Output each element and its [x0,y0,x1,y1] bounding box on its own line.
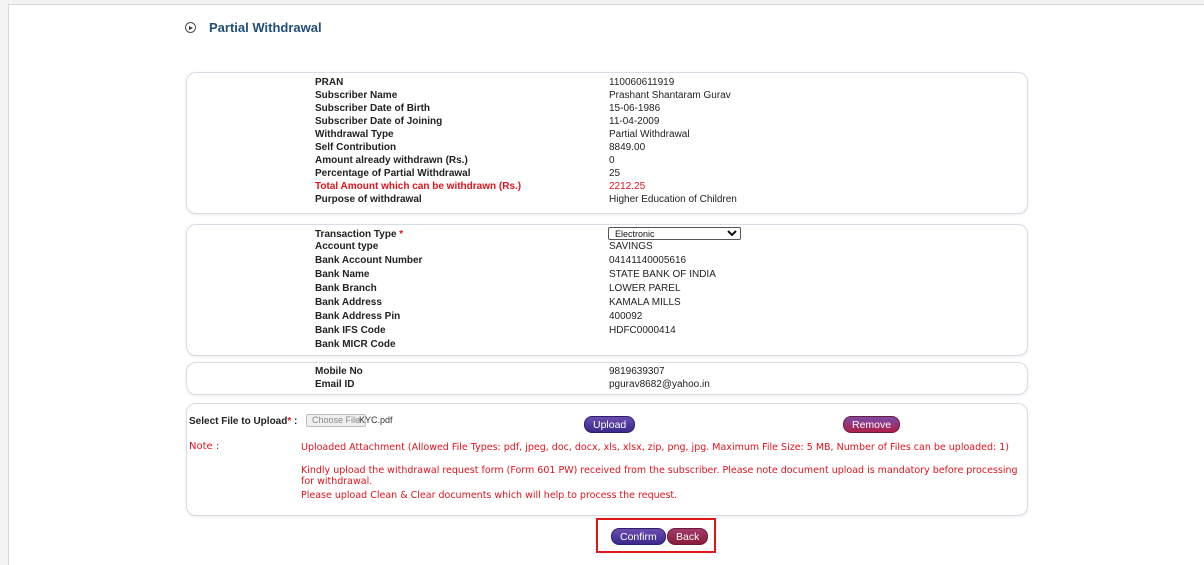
detail-label: Total Amount which can be withdrawn (Rs.… [315,181,522,192]
bank-row-ifsc: Bank IFS Code HDFC0000414 [187,324,1027,337]
contact-details-panel: Mobile No 9819639307 Email ID pgurav8682… [186,362,1028,395]
detail-row-pran: PRAN 110060611919 [187,76,1027,89]
upload-label: Select File to Upload* : [189,416,298,427]
detail-label: Self Contribution [315,142,397,153]
subscriber-details-panel: PRAN 110060611919 Subscriber Name Prasha… [186,72,1028,214]
detail-label: Amount already withdrawn (Rs.) [315,155,468,166]
detail-label: Bank IFS Code [315,325,386,336]
bank-row-bank-name: Bank Name STATE BANK OF INDIA [187,268,1027,281]
detail-value: 9819639307 [609,366,665,377]
required-marker: * [399,229,404,240]
note-label: Note : [189,441,220,452]
detail-value: LOWER PAREL [609,283,681,294]
detail-value: 400092 [609,311,643,322]
upload-panel: Select File to Upload* : Choose File KYC… [186,403,1028,516]
detail-value: Partial Withdrawal [609,129,690,140]
choose-file-button[interactable]: Choose File [306,414,367,427]
detail-label: Bank Account Number [315,255,423,266]
detail-label: Withdrawal Type [315,129,394,140]
detail-value: Prashant Shantaram Gurav [609,90,731,101]
bank-row-micr: Bank MICR Code [187,338,1027,351]
detail-label: Bank MICR Code [315,339,396,350]
detail-label: Mobile No [315,366,363,377]
detail-value: 11-04-2009 [609,116,660,127]
page-header: Partial Withdrawal [185,20,322,35]
contact-row-email: Email ID pgurav8682@yahoo.in [187,378,1027,391]
detail-row-doj: Subscriber Date of Joining 11-04-2009 [187,115,1027,128]
bank-row-address: Bank Address KAMALA MILLS [187,296,1027,309]
detail-value: 15-06-1986 [609,103,661,114]
detail-label: Subscriber Name [315,90,398,101]
detail-label: Bank Address [315,297,382,308]
contact-row-mobile: Mobile No 9819639307 [187,365,1027,378]
detail-value: STATE BANK OF INDIA [609,269,716,280]
detail-label: Email ID [315,379,355,390]
detail-label: Percentage of Partial Withdrawal [315,168,471,179]
detail-row-dob: Subscriber Date of Birth 15-06-1986 [187,102,1027,115]
detail-row-self-contribution: Self Contribution 8849.00 [187,141,1027,154]
detail-value: 2212.25 [609,181,646,192]
detail-value: KAMALA MILLS [609,297,681,308]
selected-file-name: KYC.pdf [359,415,393,425]
transaction-type-select[interactable]: Electronic [608,227,741,240]
note-upload-form: Kindly upload the withdrawal request for… [301,465,1018,487]
upload-button[interactable]: Upload [584,416,636,433]
page-title: Partial Withdrawal [209,20,322,35]
detail-row-purpose: Purpose of withdrawal Higher Education o… [187,193,1027,206]
detail-value: 8849.00 [609,142,646,153]
detail-value: 04141140005616 [609,255,687,266]
detail-label: Subscriber Date of Joining [315,116,443,127]
detail-value: HDFC0000414 [609,325,676,336]
bank-details-panel: Transaction Type * Electronic Account ty… [186,224,1028,356]
circle-arrow-icon [185,22,196,33]
remove-button[interactable]: Remove [843,416,901,433]
detail-value: Higher Education of Children [609,194,737,205]
detail-label: Bank Name [315,269,370,280]
detail-label: PRAN [315,77,344,88]
detail-label: Account type [315,241,379,252]
note-allowed-files: Uploaded Attachment (Allowed File Types:… [301,442,1009,453]
detail-label: Purpose of withdrawal [315,194,422,205]
detail-label: Bank Address Pin [315,311,401,322]
bank-row-branch: Bank Branch LOWER PAREL [187,282,1027,295]
detail-value: 110060611919 [609,77,675,88]
detail-value: pgurav8682@yahoo.in [609,379,710,390]
bank-row-account-type: Account type SAVINGS [187,240,1027,253]
detail-value: SAVINGS [609,241,653,252]
detail-row-amount-withdrawn: Amount already withdrawn (Rs.) 0 [187,154,1027,167]
detail-row-percentage: Percentage of Partial Withdrawal 25 [187,167,1027,180]
bank-row-account-number: Bank Account Number 04141140005616 [187,254,1027,267]
detail-row-withdrawal-type: Withdrawal Type Partial Withdrawal [187,128,1027,141]
detail-row-total-amount: Total Amount which can be withdrawn (Rs.… [187,180,1027,193]
detail-label: Bank Branch [315,283,377,294]
back-button[interactable]: Back [667,528,709,545]
detail-label: Subscriber Date of Birth [315,103,431,114]
detail-value: 25 [609,168,621,179]
detail-row-subscriber-name: Subscriber Name Prashant Shantaram Gurav [187,89,1027,102]
note-clean-documents: Please upload Clean & Clear documents wh… [301,490,678,501]
confirm-button[interactable]: Confirm [611,528,666,545]
detail-value: 0 [609,155,615,166]
bank-row-pin: Bank Address Pin 400092 [187,310,1027,323]
